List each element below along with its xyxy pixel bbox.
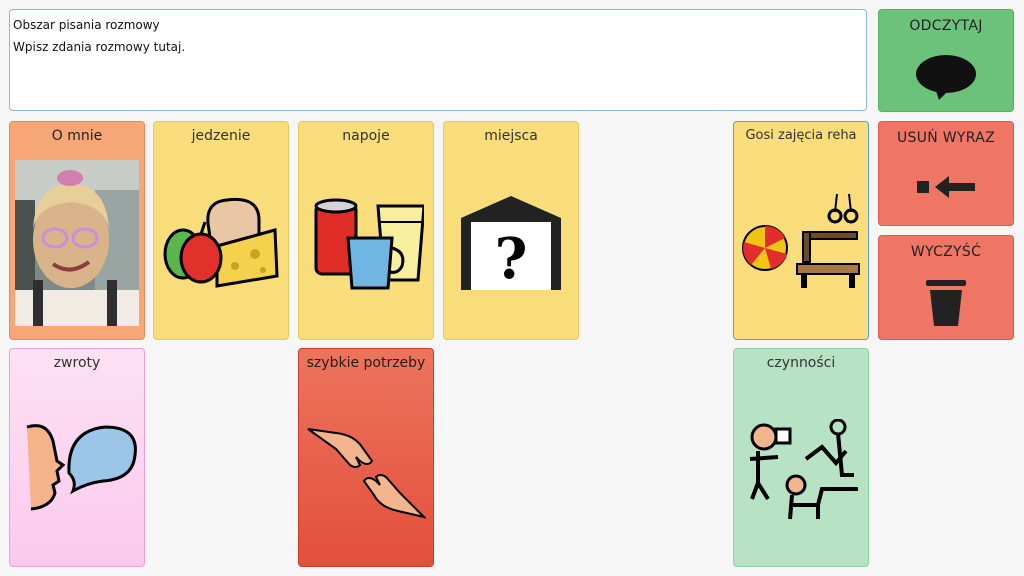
tile-label: miejsca (484, 128, 538, 144)
backspace-arrow-icon (915, 174, 977, 200)
delete-word-button[interactable]: USUŃ WYRAZ (878, 121, 1014, 226)
tile-czynnosci[interactable]: czynności (733, 348, 869, 567)
speak-button[interactable]: ODCZYTAJ (878, 9, 1014, 112)
trash-icon (924, 276, 968, 328)
tile-szybkie-potrzeby[interactable]: szybkie potrzeby (298, 348, 434, 567)
message-placeholder: Wpisz zdania rozmowy tutaj. (13, 40, 186, 54)
food-icon (163, 190, 279, 290)
tile-miejsca[interactable]: miejsca ? (443, 121, 579, 340)
helping-hands-icon (306, 425, 428, 521)
drinks-icon (308, 196, 426, 292)
place-question-icon: ? (457, 194, 565, 292)
tile-napoje[interactable]: napoje (298, 121, 434, 340)
delete-word-label: USUŃ WYRAZ (896, 130, 996, 146)
tile-gosi-zajecia-reha[interactable]: Gosi zajęcia reha (733, 121, 869, 340)
activities-icon (742, 418, 860, 523)
tile-label: Gosi zajęcia reha (745, 128, 857, 143)
gym-equipment-icon (741, 192, 861, 292)
tile-o-mnie[interactable]: O mnie (9, 121, 145, 340)
speaking-face-icon (17, 421, 137, 513)
clear-button[interactable]: WYCZYŚĆ (878, 235, 1014, 340)
message-input-area[interactable]: Obszar pisania rozmowy Wpisz zdania rozm… (9, 9, 867, 111)
tile-label: czynności (766, 355, 836, 371)
tile-label: zwroty (53, 355, 101, 371)
tile-jedzenie[interactable]: jedzenie (153, 121, 289, 340)
tile-label: O mnie (51, 128, 103, 144)
tile-label: jedzenie (191, 128, 251, 144)
tile-label: napoje (342, 128, 390, 144)
speak-label: ODCZYTAJ (909, 18, 983, 34)
tile-label: szybkie potrzeby (306, 355, 426, 371)
photo-of-girl (15, 160, 139, 326)
tile-zwroty[interactable]: zwroty (9, 348, 145, 567)
speech-bubble-icon (915, 54, 977, 100)
clear-label: WYCZYŚĆ (910, 244, 982, 260)
svg-text:?: ? (495, 226, 528, 292)
message-area-title: Obszar pisania rozmowy (13, 18, 160, 32)
